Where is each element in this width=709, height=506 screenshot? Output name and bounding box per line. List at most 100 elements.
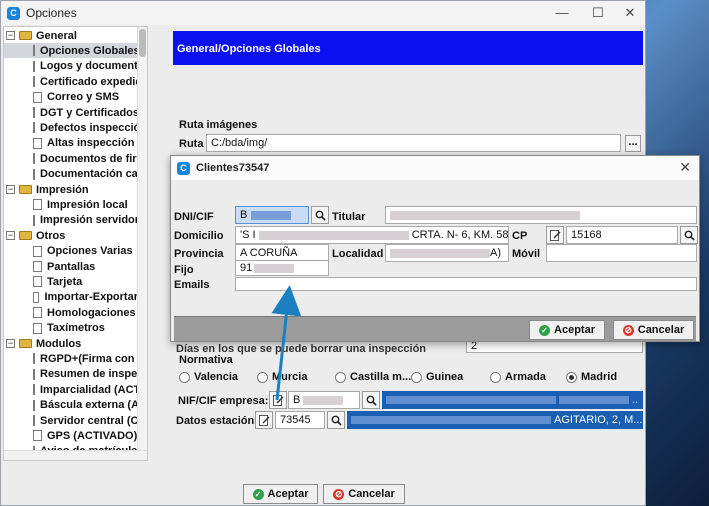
domicilio-input[interactable]: 'S I CRTA. N- 6, KM. 582: [235, 226, 509, 244]
nif-edit-button[interactable]: [269, 391, 287, 409]
tree-item[interactable]: DGT y Certificados: [4, 105, 139, 120]
maximize-button[interactable]: ☐: [581, 1, 615, 25]
collapse-toggle-icon[interactable]: −: [6, 185, 15, 194]
normativa-label: Normativa: [179, 354, 233, 366]
tree-item[interactable]: Taxímetros: [4, 321, 138, 336]
document-icon: [33, 291, 40, 303]
cp-search-button[interactable]: [680, 226, 698, 244]
edit-icon: [273, 395, 284, 406]
emails-input[interactable]: [235, 277, 697, 291]
tree-item[interactable]: Servidor central (Co: [4, 413, 145, 428]
tree-item[interactable]: Impresión servidor: [4, 213, 140, 228]
tree-item[interactable]: Importar-Exportar: [4, 290, 138, 305]
tree-item-label: Impresión servidor: [40, 214, 140, 227]
normativa-radio-3[interactable]: Guinea: [411, 371, 463, 383]
tree-item[interactable]: Imparcialidad (ACTIV: [4, 382, 147, 397]
tree-item-label: Homologaciones: [47, 306, 136, 319]
tree-item[interactable]: Opciones Varias: [4, 244, 138, 259]
normativa-radio-1[interactable]: Murcia: [257, 371, 307, 383]
tree-item[interactable]: Báscula externa (AC: [4, 398, 147, 413]
tree-item[interactable]: Defectos inspección: [4, 120, 147, 135]
tree-item-label: Resumen de inspec: [40, 368, 144, 381]
cp-input[interactable]: 15168: [566, 226, 678, 244]
tree-group-label: Impresión: [36, 183, 89, 196]
tree-item[interactable]: Logos y documentos: [4, 59, 147, 74]
dialog-accept-button[interactable]: ✓ Aceptar: [529, 320, 605, 340]
tree-horizontal-scrollbar[interactable]: [4, 450, 147, 460]
tree-item[interactable]: Opciones Globales: [4, 43, 140, 59]
tree-item[interactable]: Impresión local: [4, 197, 138, 212]
collapse-toggle-icon[interactable]: −: [6, 339, 15, 348]
tree-item-label: Opciones Globales: [40, 44, 140, 57]
ruta-input[interactable]: C:/bda/img/: [206, 134, 621, 152]
tree-group-0[interactable]: − General: [4, 28, 77, 43]
tree-item[interactable]: Correo y SMS: [4, 90, 138, 105]
tree-item-label: Documentación cali: [40, 168, 144, 181]
movil-input[interactable]: [546, 244, 697, 262]
tree-item-label: Altas inspección: [47, 137, 135, 150]
dialog-close-button[interactable]: ✕: [679, 159, 691, 176]
tree-item[interactable]: Tarjeta: [4, 274, 138, 289]
tree-item[interactable]: Documentos de firm: [4, 151, 146, 166]
browse-button[interactable]: ...: [625, 135, 641, 152]
normativa-radio-4[interactable]: Armada: [490, 371, 546, 383]
tree-item[interactable]: Altas inspección: [4, 136, 138, 151]
tree-item-label: Pantallas: [47, 260, 96, 273]
search-icon: [366, 395, 377, 406]
tree-item[interactable]: Pantallas: [4, 259, 138, 274]
main-accept-button[interactable]: ✓ Aceptar: [243, 484, 318, 504]
check-icon: ✓: [539, 324, 551, 336]
titular-label: Titular: [332, 211, 366, 223]
normativa-option-label: Valencia: [194, 371, 239, 383]
dni-search-button[interactable]: [311, 206, 329, 224]
tree-item[interactable]: Homologaciones: [4, 305, 138, 320]
cancel-icon: ⊘: [333, 488, 345, 500]
tree-group-2[interactable]: − Otros: [4, 228, 65, 243]
normativa-radio-0[interactable]: Valencia: [179, 371, 238, 383]
document-icon: [33, 353, 35, 365]
normativa-radio-5[interactable]: Madrid: [566, 371, 617, 383]
tree-vertical-scrollbar[interactable]: [137, 27, 147, 460]
tree-item[interactable]: Resumen de inspec: [4, 367, 143, 382]
titular-input[interactable]: [385, 206, 697, 224]
normativa-radio-2[interactable]: Castilla m...: [335, 371, 411, 383]
collapse-toggle-icon[interactable]: −: [6, 231, 15, 241]
dni-input[interactable]: B: [235, 206, 309, 224]
tree-group-1[interactable]: − Impresión: [4, 182, 89, 197]
tree-item[interactable]: RGPD+(Firma con ta: [4, 351, 147, 366]
dialog-footer: ✓ Aceptar ⊘ Cancelar: [174, 316, 696, 341]
cp-edit-button[interactable]: [546, 226, 564, 244]
collapse-toggle-icon[interactable]: −: [6, 31, 15, 40]
document-icon: [33, 261, 42, 272]
document-icon: [33, 137, 42, 149]
nif-empresa-input[interactable]: B: [288, 391, 360, 409]
datos-edit-button[interactable]: [255, 411, 273, 429]
main-cancel-button[interactable]: ⊘ Cancelar: [323, 484, 405, 504]
nif-empresa-name: ..: [382, 391, 643, 409]
datos-search-button[interactable]: [327, 411, 345, 429]
tree-item-label: Opciones Varias: [47, 245, 133, 258]
tree-item-label: Báscula externa (AC: [40, 399, 147, 412]
clientes-dialog: C Clientes73547 ✕ DNI/CIF B Titular Domi…: [170, 155, 700, 342]
fijo-input[interactable]: 91: [235, 260, 329, 276]
radio-circle-icon: [566, 371, 577, 383]
radio-circle-icon: [490, 371, 501, 383]
domicilio-label: Domicilio: [174, 230, 224, 242]
edit-icon: [550, 230, 561, 241]
nif-search-button[interactable]: [362, 391, 380, 409]
close-button[interactable]: ✕: [613, 1, 645, 25]
document-icon: [33, 307, 42, 319]
app-icon: C: [7, 6, 20, 20]
tree-group-3[interactable]: − Modulos: [4, 336, 81, 351]
tree-item[interactable]: GPS (ACTIVADO): [4, 428, 138, 443]
tree-item[interactable]: Certificado expedie: [4, 74, 141, 89]
dialog-cancel-button[interactable]: ⊘ Cancelar: [613, 320, 694, 340]
tree-group-label: General: [36, 29, 77, 42]
tree-item[interactable]: Documentación cali: [4, 167, 144, 182]
datos-estacion-input[interactable]: 73545: [275, 411, 325, 429]
localidad-input[interactable]: A): [385, 244, 509, 262]
normativa-option-label: Guinea: [426, 371, 464, 383]
minimize-button[interactable]: —: [545, 1, 579, 25]
folder-icon: [19, 339, 32, 348]
radio-circle-icon: [257, 371, 268, 383]
